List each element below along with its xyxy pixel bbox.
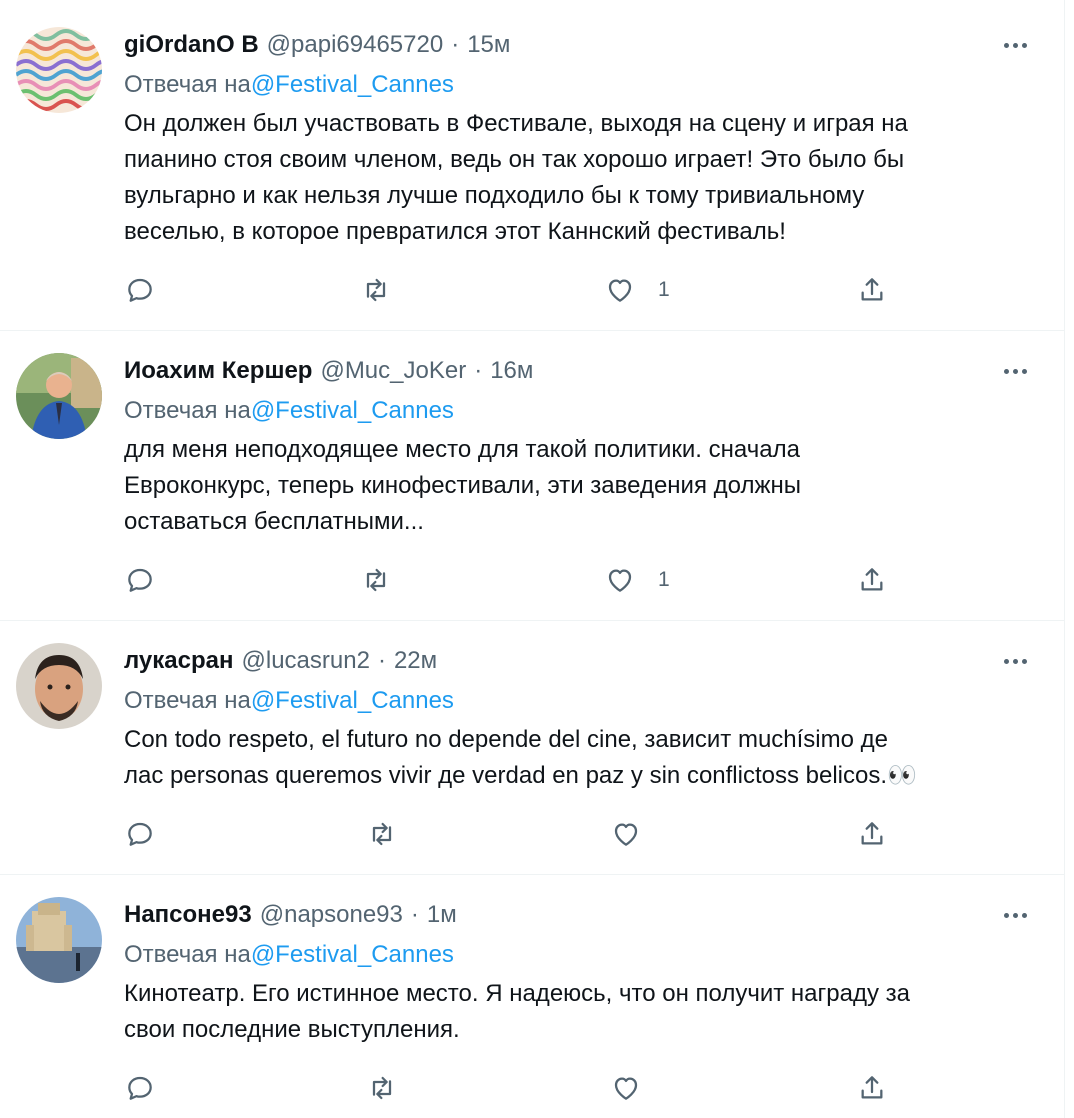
timestamp[interactable]: 15м xyxy=(467,30,510,60)
separator: · xyxy=(410,901,419,928)
tweet-text: Он должен был участвовать в Фестивале, в… xyxy=(124,110,908,245)
replying-to-link[interactable]: @Festival_Cannes xyxy=(251,71,454,98)
like-icon xyxy=(608,569,632,592)
share-button[interactable] xyxy=(856,270,888,310)
tweet[interactable]: Иоахим Кершер @Muc_JoKer · 16м Отвечая н… xyxy=(0,331,1064,621)
avatar[interactable] xyxy=(16,353,102,439)
display-name[interactable]: giOrdanO B xyxy=(124,30,259,60)
more-icon xyxy=(1003,42,1009,48)
timestamp[interactable]: 22м xyxy=(394,646,437,676)
tweet-header: giOrdanO B @papi69465720 · 15м xyxy=(124,30,510,60)
more-icon xyxy=(1003,658,1009,664)
more-icon xyxy=(1003,368,1009,374)
replying-prefix: Отвечая на xyxy=(124,941,251,968)
replying-to: Отвечая на@Festival_Cannes xyxy=(124,940,454,970)
like-count: 1 xyxy=(658,568,670,591)
like-icon xyxy=(614,1077,638,1100)
tweet-text: Con todo respeto, el futuro no depende d… xyxy=(124,726,917,789)
display-name[interactable]: Иоахим Кершер xyxy=(124,356,312,386)
like-icon xyxy=(608,279,632,302)
more-options-button[interactable] xyxy=(1000,900,1030,930)
like-count: 1 xyxy=(658,278,670,301)
reply-icon xyxy=(128,568,152,592)
retweet-button[interactable] xyxy=(366,814,398,854)
display-name[interactable]: лукасран xyxy=(124,646,234,676)
retweet-icon xyxy=(366,278,386,302)
replying-to-link[interactable]: @Festival_Cannes xyxy=(251,397,454,424)
share-button[interactable] xyxy=(856,1068,888,1108)
share-icon xyxy=(861,1076,883,1099)
replying-to: Отвечая на@Festival_Cannes xyxy=(124,70,454,100)
tweet-header: Иоахим Кершер @Muc_JoKer · 16м xyxy=(124,356,533,386)
timestamp[interactable]: 1м xyxy=(427,900,457,930)
action-bar xyxy=(124,1068,924,1108)
share-icon xyxy=(861,822,883,845)
replying-to: Отвечая на@Festival_Cannes xyxy=(124,686,454,716)
reply-button[interactable] xyxy=(124,270,156,310)
retweet-button[interactable] xyxy=(366,1068,398,1108)
reply-button[interactable] xyxy=(124,560,156,600)
user-handle[interactable]: @Muc_JoKer xyxy=(320,356,466,386)
avatar[interactable] xyxy=(16,897,102,983)
tweet-text: для меня неподходящее место для такой по… xyxy=(124,436,802,535)
tweet-header: лукасран @lucasrun2 · 22м xyxy=(124,646,437,676)
user-handle[interactable]: @papi69465720 xyxy=(267,30,444,60)
action-bar: 1 xyxy=(124,560,924,600)
user-handle[interactable]: @lucasrun2 xyxy=(242,646,370,676)
reply-icon xyxy=(128,822,152,846)
avatar[interactable] xyxy=(16,643,102,729)
replying-to: Отвечая на@Festival_Cannes xyxy=(124,396,454,426)
like-button[interactable] xyxy=(610,1068,664,1108)
like-button[interactable]: 1 xyxy=(604,270,670,310)
retweet-button[interactable] xyxy=(360,560,392,600)
reply-icon xyxy=(128,278,152,302)
tweet[interactable]: giOrdanO B @papi69465720 · 15м Отвечая н… xyxy=(0,0,1064,331)
share-icon xyxy=(861,278,883,301)
like-button[interactable] xyxy=(610,814,664,854)
tweet[interactable]: лукасран @lucasrun2 · 22м Отвечая на@Fes… xyxy=(0,621,1064,875)
more-options-button[interactable] xyxy=(1000,356,1030,386)
more-icon xyxy=(1003,912,1009,918)
reply-feed: giOrdanO B @papi69465720 · 15м Отвечая н… xyxy=(0,0,1065,1118)
display-name[interactable]: Напсоне93 xyxy=(124,900,252,930)
replying-to-link[interactable]: @Festival_Cannes xyxy=(251,687,454,714)
retweet-icon xyxy=(372,822,392,846)
replying-prefix: Отвечая на xyxy=(124,397,251,424)
retweet-button[interactable] xyxy=(360,270,392,310)
like-icon xyxy=(614,823,638,846)
avatar[interactable] xyxy=(16,27,102,113)
action-bar xyxy=(124,814,924,854)
share-button[interactable] xyxy=(856,814,888,854)
reply-icon xyxy=(128,1076,152,1100)
separator: · xyxy=(474,357,483,384)
replying-to-link[interactable]: @Festival_Cannes xyxy=(251,941,454,968)
more-options-button[interactable] xyxy=(1000,30,1030,60)
share-button[interactable] xyxy=(856,560,888,600)
separator: · xyxy=(377,647,386,674)
share-icon xyxy=(861,568,883,591)
timestamp[interactable]: 16м xyxy=(490,356,533,386)
like-button[interactable]: 1 xyxy=(604,560,670,600)
replying-prefix: Отвечая на xyxy=(124,687,251,714)
tweet-header: Напсоне93 @napsone93 · 1м xyxy=(124,900,457,930)
separator: · xyxy=(451,31,460,58)
reply-button[interactable] xyxy=(124,1068,156,1108)
action-bar: 1 xyxy=(124,270,924,310)
user-handle[interactable]: @napsone93 xyxy=(260,900,403,930)
replying-prefix: Отвечая на xyxy=(124,71,251,98)
retweet-icon xyxy=(366,568,386,592)
tweet[interactable]: Напсоне93 @napsone93 · 1м Отвечая на@Fes… xyxy=(0,875,1064,1118)
more-options-button[interactable] xyxy=(1000,646,1030,676)
retweet-icon xyxy=(372,1076,392,1100)
reply-button[interactable] xyxy=(124,814,156,854)
tweet-text: Кинотеатр. Его истинное место. Я надеюсь… xyxy=(124,980,910,1043)
